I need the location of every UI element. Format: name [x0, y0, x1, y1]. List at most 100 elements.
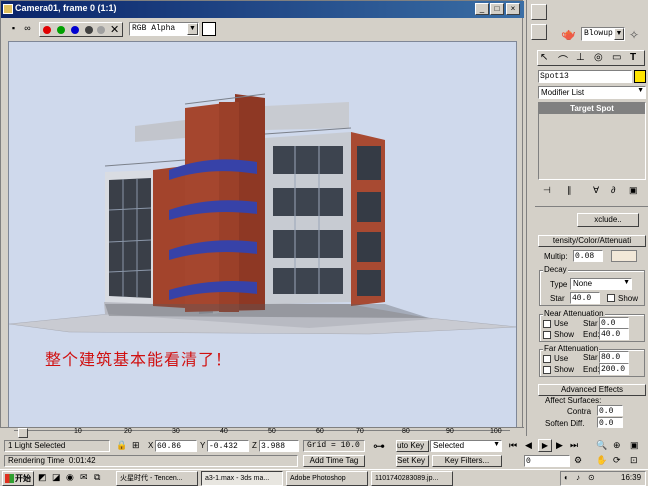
zoom-icon[interactable]: 🔍 [596, 440, 607, 451]
z-coordinate-field[interactable]: 3.988 [259, 440, 299, 452]
y-coordinate-field[interactable]: -0.432 [207, 440, 249, 452]
stack-item-target-spot[interactable]: Target Spot [539, 103, 645, 114]
far-start-spinner[interactable]: 80.0 [599, 351, 629, 363]
set-key-button[interactable]: Set Key [396, 455, 429, 467]
quicklaunch-icon[interactable]: ◩ [38, 472, 47, 483]
caption-text: 整个建筑基本能看清了！ [45, 350, 233, 369]
red-channel-toggle[interactable] [43, 26, 51, 34]
absolute-mode-icon[interactable]: ⊞ [132, 440, 140, 451]
display-tab-icon[interactable]: ▭ [612, 52, 621, 63]
current-frame-field[interactable]: 0 [524, 455, 570, 467]
time-slider[interactable]: 10 20 30 40 50 60 70 80 90 100 [0, 427, 524, 439]
chevron-down-icon: ▼ [493, 441, 500, 448]
far-end-spinner[interactable]: 200.0 [599, 363, 629, 375]
key-mode-icon[interactable]: ⊶ [373, 439, 385, 453]
close-button[interactable]: × [506, 3, 520, 15]
go-to-start-icon[interactable]: ⏮ [509, 440, 517, 451]
decay-start-spinner[interactable]: 40.0 [570, 292, 600, 304]
near-end-spinner[interactable]: 40.0 [599, 328, 629, 340]
far-use-checkbox[interactable] [543, 355, 551, 363]
zoom-extents-icon[interactable]: ▣ [630, 440, 639, 451]
pan-icon[interactable]: ✋ [596, 455, 607, 466]
far-show-checkbox[interactable] [543, 366, 551, 374]
next-frame-icon[interactable]: ▶ [556, 440, 563, 451]
near-show-checkbox[interactable] [543, 331, 551, 339]
show-end-result-icon[interactable]: ∥ [567, 185, 572, 196]
command-panel: 🫖 Blowup ▼ ✧ ↖ ⌒ ⊥ ◎ ▭ T Spot13 Modifier… [526, 0, 648, 436]
maximize-viewport-icon[interactable]: ⊡ [630, 455, 638, 466]
taskbar-item-image[interactable]: 1101740283089.jp... [371, 471, 453, 486]
hierarchy-tab-icon[interactable]: ⊥ [576, 52, 585, 63]
blue-channel-toggle[interactable] [71, 26, 79, 34]
channel-select[interactable]: RGB Alpha ▼ [129, 22, 199, 36]
object-color-swatch[interactable] [634, 70, 646, 83]
taskbar-item-photoshop[interactable]: Adobe Photoshop [286, 471, 368, 486]
remove-modifier-icon[interactable]: ∂ [611, 185, 615, 195]
auto-key-button[interactable]: uto Key [396, 440, 429, 452]
selection-set-dropdown[interactable]: Selected ▼ [430, 440, 502, 452]
tick-label: 30 [172, 428, 180, 435]
category-dropdown[interactable]: Blowup ▼ [581, 27, 625, 41]
contrast-spinner[interactable]: 0.0 [597, 405, 623, 416]
decay-type-dropdown[interactable]: None ▼ [570, 278, 632, 290]
motion-tab-icon[interactable]: ◎ [594, 52, 603, 63]
save-bitmap-icon[interactable]: ▪ [7, 22, 20, 35]
y-label: Y [200, 441, 206, 450]
make-unique-icon[interactable]: ∀ [593, 185, 599, 196]
rollout-intensity-header[interactable]: tensity/Color/Attenuati [538, 235, 646, 247]
decay-group-label: Decay [543, 265, 568, 274]
minimize-button[interactable]: _ [475, 3, 489, 15]
x-coordinate-field[interactable]: 60.86 [155, 440, 197, 452]
previous-frame-icon[interactable]: ◀ [525, 440, 532, 451]
key-filters-button[interactable]: Key Filters... [432, 455, 502, 467]
quicklaunch-icon[interactable]: ⧉ [94, 472, 100, 483]
modifier-list-dropdown[interactable]: Modifier List ▼ [538, 86, 646, 99]
tick-label: 10 [74, 428, 82, 435]
create-tab-icon[interactable]: ↖ [540, 52, 548, 63]
chevron-down-icon[interactable]: ▼ [187, 23, 198, 35]
clock[interactable]: 16:39 [621, 473, 641, 482]
teapot-icon[interactable]: 🫖 [561, 27, 581, 41]
multiplier-spinner[interactable]: 0.08 [573, 250, 603, 262]
lock-selection-icon[interactable]: 🔒 [116, 440, 127, 451]
clone-window-icon[interactable]: ∞ [21, 22, 34, 35]
quicklaunch-icon[interactable]: ✉ [80, 472, 88, 483]
start-button[interactable]: 开始 [2, 471, 34, 486]
mono-toggle[interactable] [97, 26, 105, 34]
modify-tab-icon[interactable]: ⌒ [558, 52, 568, 67]
taskbar-item-tencent[interactable]: 火星时代 - Tencen... [116, 471, 198, 486]
chevron-down-icon[interactable]: ▼ [614, 28, 624, 40]
exclude-button[interactable]: xclude.. [577, 213, 639, 227]
decay-show-checkbox[interactable] [607, 294, 615, 302]
object-name-field[interactable]: Spot13 [538, 70, 632, 83]
maximize-button[interactable]: □ [490, 3, 504, 15]
teapot-render-icon[interactable]: ✧ [629, 28, 639, 42]
play-button[interactable]: ▶ [538, 439, 552, 452]
quicklaunch-icon[interactable]: ◉ [66, 472, 74, 483]
go-to-end-icon[interactable]: ⏭ [570, 440, 578, 451]
panel-tab-icon[interactable] [531, 24, 547, 40]
title-bar[interactable]: Camera01, frame 0 (1:1) _ □ × [1, 1, 524, 18]
near-use-checkbox[interactable] [543, 320, 551, 328]
panel-tab-top-icon[interactable] [531, 4, 547, 20]
tray-icon[interactable]: ◐ [564, 473, 569, 482]
taskbar-item-3dsmax[interactable]: a3-1.max - 3ds ma... [201, 471, 283, 486]
quicklaunch-icon[interactable]: ◪ [52, 472, 61, 483]
add-time-tag-button[interactable]: Add Time Tag [303, 455, 365, 467]
zoom-all-icon[interactable]: ⊕ [613, 440, 621, 451]
clear-icon[interactable]: ✕ [110, 23, 119, 36]
pixel-color-swatch[interactable] [202, 22, 216, 36]
pin-stack-icon[interactable]: ⊣ [543, 185, 551, 196]
orbit-icon[interactable]: ⟳ [613, 455, 621, 466]
soften-diff-spinner[interactable]: 0.0 [597, 417, 623, 428]
rollout-advanced-header[interactable]: Advanced Effects [538, 384, 646, 396]
tray-icon[interactable]: ♪ [576, 473, 580, 482]
light-color-swatch[interactable] [611, 250, 637, 262]
utilities-tab-icon[interactable]: T [630, 52, 636, 63]
green-channel-toggle[interactable] [57, 26, 65, 34]
tray-icon[interactable]: ⊙ [588, 473, 595, 482]
time-slider-thumb[interactable] [18, 428, 28, 438]
configure-sets-icon[interactable]: ▣ [629, 185, 638, 196]
time-config-icon[interactable]: ⚙ [574, 455, 582, 466]
alpha-channel-toggle[interactable] [85, 26, 93, 34]
